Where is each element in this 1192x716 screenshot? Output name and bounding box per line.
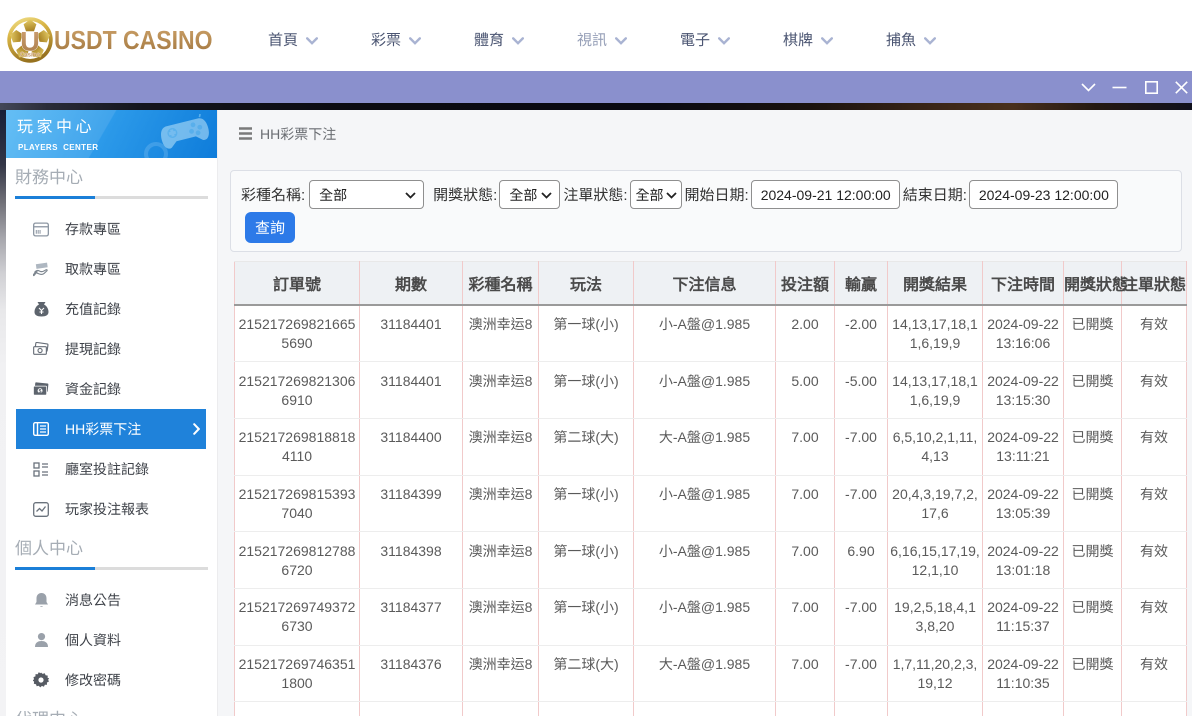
svg-text:$: $ <box>39 389 42 395</box>
